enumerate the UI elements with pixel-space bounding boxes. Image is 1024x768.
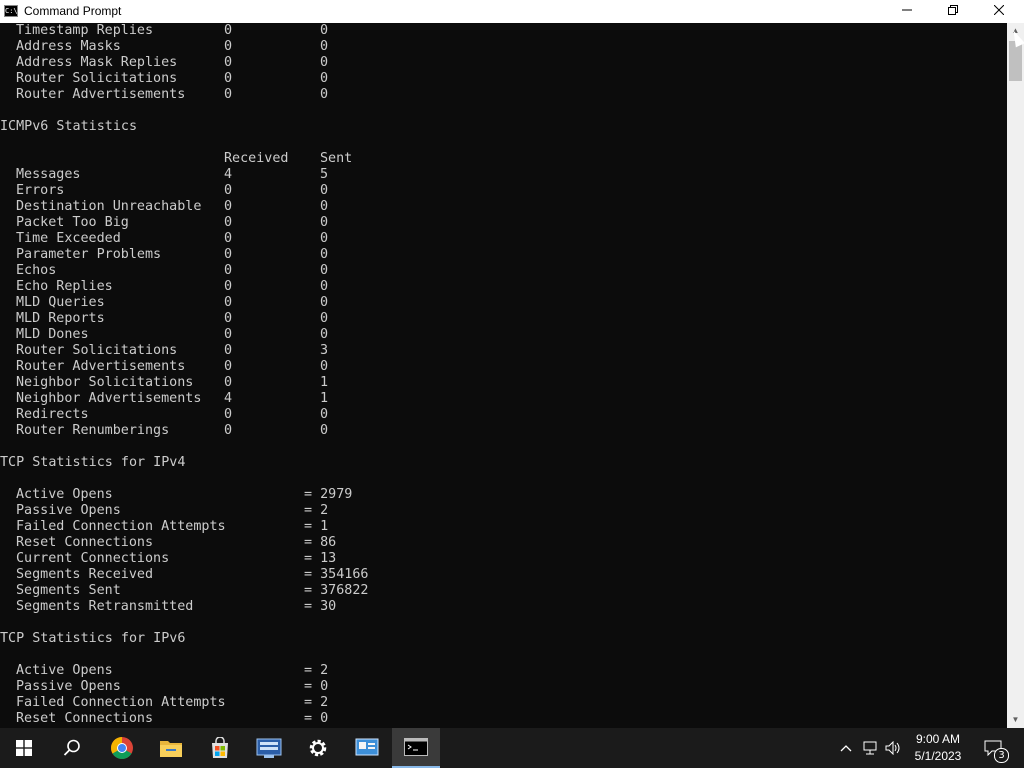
stat-row: Active Opens = 2: [16, 663, 329, 678]
settings-button[interactable]: [294, 728, 342, 768]
stat-row: Errors 0 0: [16, 183, 329, 198]
close-icon: [993, 4, 1005, 16]
stat-row: Passive Opens = 0: [16, 679, 329, 694]
stat-row: Segments Received = 354166: [16, 567, 369, 582]
search-button[interactable]: [48, 728, 96, 768]
clock-date: 5/1/2023: [914, 749, 962, 763]
show-hidden-icons-chevron-up-icon[interactable]: [834, 728, 858, 768]
stat-row: Address Mask Replies 0 0: [16, 55, 329, 70]
stat-row: MLD Queries 0 0: [16, 295, 329, 310]
stat-row: Destination Unreachable 0 0: [16, 199, 329, 214]
search-icon: [63, 739, 80, 756]
stat-row: Router Renumberings 0 0: [16, 423, 329, 438]
restore-button[interactable]: [930, 0, 976, 23]
clock-time: 9:00 AM: [915, 732, 961, 746]
section-heading-tcp-ipv4: TCP Statistics for IPv4: [0, 455, 186, 470]
column-headers: Received Sent: [224, 151, 353, 166]
system-clock[interactable]: 9:00 AM 5/1/2023: [908, 731, 968, 765]
stat-row: Failed Connection Attempts = 1: [16, 519, 329, 534]
control-panel-button[interactable]: [343, 728, 391, 768]
file-explorer-button[interactable]: [147, 728, 195, 768]
start-button[interactable]: [0, 728, 48, 768]
stat-row: MLD Dones 0 0: [16, 327, 329, 342]
control-panel-icon: [355, 738, 379, 756]
stat-row: Packet Too Big 0 0: [16, 215, 329, 230]
stat-row: Reset Connections = 0: [16, 711, 329, 726]
stat-row: Segments Retransmitted = 30: [16, 599, 337, 614]
stat-row: Address Masks 0 0: [16, 39, 329, 54]
stat-row: Neighbor Solicitations 0 1: [16, 375, 329, 390]
stat-row: Neighbor Advertisements 4 1: [16, 391, 329, 406]
command-prompt-icon: C:\: [4, 5, 18, 17]
command-prompt-taskbar-button[interactable]: [392, 728, 440, 768]
restore-icon: [948, 5, 958, 15]
server-manager-button[interactable]: [245, 728, 293, 768]
stat-row: MLD Reports 0 0: [16, 311, 329, 326]
stat-row: Parameter Problems 0 0: [16, 247, 329, 262]
action-center-button[interactable]: 3: [980, 728, 1009, 768]
microsoft-store-button[interactable]: [196, 728, 244, 768]
stat-row: Time Exceeded 0 0: [16, 231, 329, 246]
store-icon: [212, 737, 228, 758]
network-icon[interactable]: [858, 728, 882, 768]
volume-icon[interactable]: [882, 728, 906, 768]
window-title: Command Prompt: [24, 4, 122, 18]
stat-row: Echos 0 0: [16, 263, 329, 278]
stat-row: Router Solicitations 0 3: [16, 343, 329, 358]
console-output[interactable]: Timestamp Replies 0 0 Address Masks 0 0 Addr…: [0, 23, 1007, 728]
stat-row: Segments Sent = 376822: [16, 583, 369, 598]
stat-row: Failed Connection Attempts = 2: [16, 695, 329, 710]
folder-icon: [160, 741, 182, 757]
minimize-icon: [902, 9, 912, 11]
stat-row: Passive Opens = 2: [16, 503, 329, 518]
taskbar: 9:00 AM 5/1/2023 3: [0, 728, 1024, 768]
windows-logo-icon: [16, 740, 32, 756]
stat-row: Active Opens = 2979: [16, 487, 353, 502]
stat-row: Router Solicitations 0 0: [16, 71, 329, 86]
section-heading-tcp-ipv6: TCP Statistics for IPv6: [0, 631, 186, 646]
chrome-icon: [111, 737, 133, 759]
notification-count-badge: 3: [994, 748, 1009, 763]
title-bar[interactable]: C:\ Command Prompt: [0, 0, 1024, 23]
close-button[interactable]: [976, 0, 1022, 23]
server-manager-icon: [256, 738, 282, 758]
scroll-down-arrow-icon[interactable]: ▼: [1007, 712, 1024, 728]
stat-row: Echo Replies 0 0: [16, 279, 329, 294]
stat-row: Redirects 0 0: [16, 407, 329, 422]
stat-row: Router Advertisements 0 0: [16, 359, 329, 374]
chrome-button[interactable]: [98, 728, 146, 768]
stat-row: Timestamp Replies 0 0: [16, 23, 329, 38]
vertical-scrollbar[interactable]: ▲ ▼: [1007, 23, 1024, 728]
stat-row: Current Connections = 13: [16, 551, 337, 566]
section-heading-icmpv6: ICMPv6 Statistics: [0, 119, 138, 134]
stat-row: Router Advertisements 0 0: [16, 87, 329, 102]
command-prompt-icon: [404, 738, 428, 756]
minimize-button[interactable]: [884, 0, 930, 23]
stat-row: Reset Connections = 86: [16, 535, 337, 550]
stat-row: Messages 4 5: [16, 167, 329, 182]
gear-icon: [309, 739, 327, 757]
